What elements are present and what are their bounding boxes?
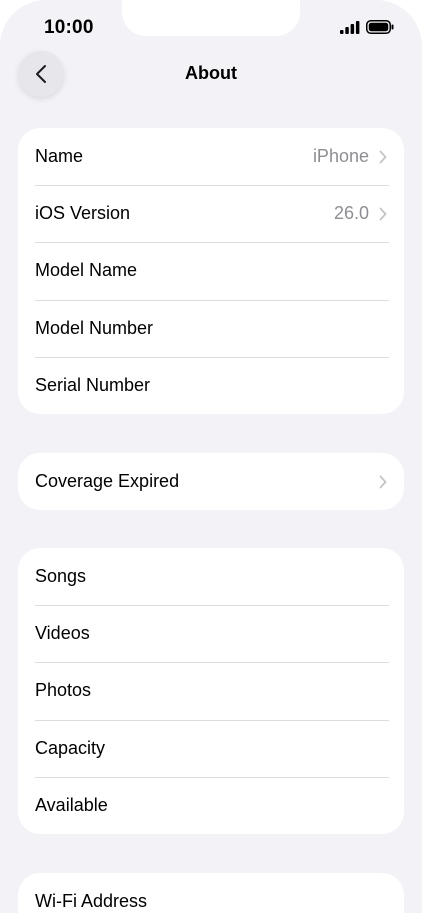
network-group: Wi-Fi Address bbox=[18, 873, 404, 913]
row-label: Videos bbox=[35, 623, 90, 644]
phone-screen: 10:00 About Name iPhone iOS Version 26.0… bbox=[0, 0, 422, 913]
row-videos: Videos bbox=[18, 605, 404, 662]
coverage-group: Coverage Expired bbox=[18, 453, 404, 511]
status-icons bbox=[340, 20, 394, 34]
row-label: Songs bbox=[35, 566, 87, 587]
row-label: Wi-Fi Address bbox=[35, 891, 148, 912]
camera-notch bbox=[122, 0, 300, 36]
row-label: Photos bbox=[35, 680, 92, 701]
chevron-right-icon bbox=[379, 475, 387, 489]
row-label: Available bbox=[35, 794, 108, 815]
row-label: Coverage Expired bbox=[35, 471, 180, 492]
row-available: Available bbox=[18, 776, 404, 834]
row-photos: Photos bbox=[18, 662, 404, 719]
cellular-signal-icon bbox=[340, 20, 360, 34]
page-title: About bbox=[185, 63, 237, 83]
status-time: 10:00 bbox=[44, 17, 94, 38]
row-songs: Songs bbox=[18, 548, 404, 605]
row-model-number: Model Number bbox=[18, 299, 404, 357]
battery-icon bbox=[366, 20, 394, 34]
row-name[interactable]: Name iPhone bbox=[18, 128, 404, 185]
device-info-group: Name iPhone iOS Version 26.0 Model Name … bbox=[18, 128, 404, 414]
media-storage-group: Songs Videos Photos Capacity Available bbox=[18, 548, 404, 834]
row-label: Capacity bbox=[35, 737, 106, 758]
row-model-name: Model Name bbox=[18, 242, 404, 299]
row-value: iPhone bbox=[312, 146, 369, 167]
row-value: 26.0 bbox=[333, 203, 369, 224]
row-label: iOS Version bbox=[35, 203, 131, 224]
row-label: Model Number bbox=[35, 317, 154, 338]
row-ios-version[interactable]: iOS Version 26.0 bbox=[18, 185, 404, 242]
chevron-right-icon bbox=[379, 150, 387, 164]
row-label: Model Name bbox=[35, 260, 138, 281]
row-capacity: Capacity bbox=[18, 719, 404, 777]
row-label: Name bbox=[35, 146, 84, 167]
row-wifi-address: Wi-Fi Address bbox=[18, 873, 404, 913]
row-coverage[interactable]: Coverage Expired bbox=[18, 453, 404, 510]
chevron-right-icon bbox=[379, 207, 387, 221]
row-serial-number: Serial Number bbox=[18, 356, 404, 414]
row-label: Serial Number bbox=[35, 374, 151, 395]
